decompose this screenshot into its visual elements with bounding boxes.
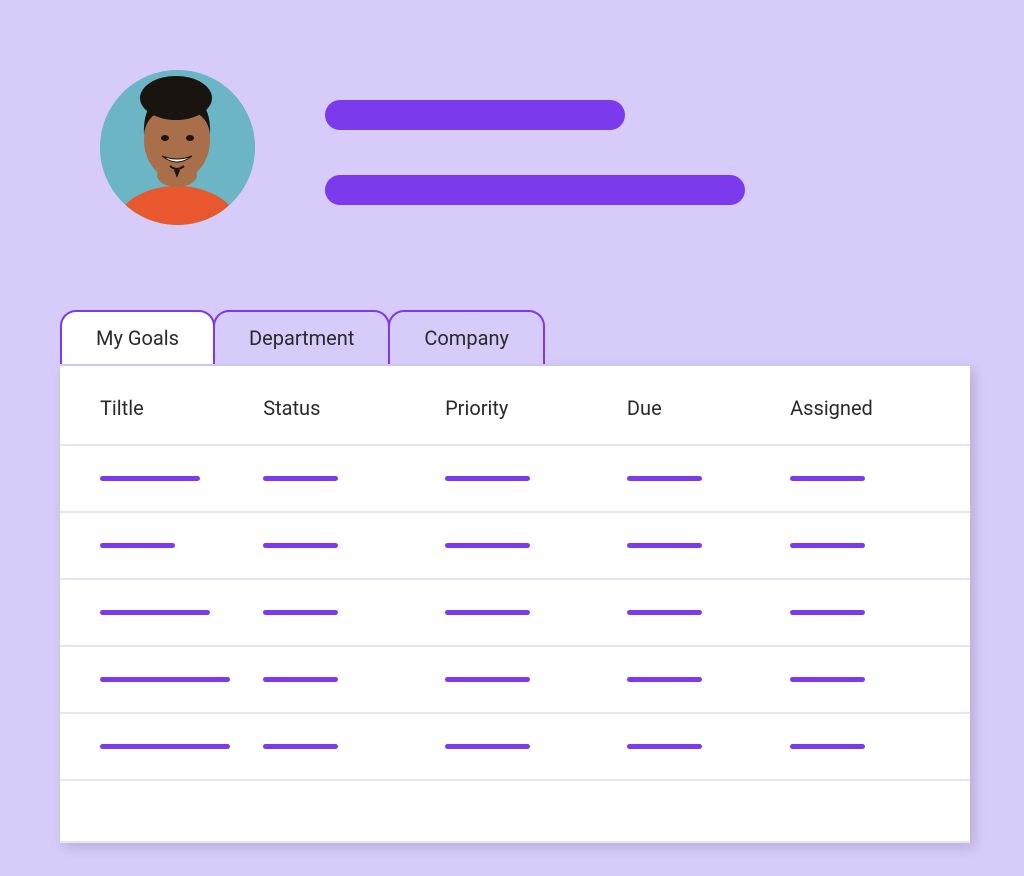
tab-company[interactable]: Company xyxy=(388,310,545,364)
cell-placeholder xyxy=(627,677,702,682)
column-header-title[interactable]: Tiltle xyxy=(100,396,263,420)
column-header-due[interactable]: Due xyxy=(627,396,790,420)
cell-placeholder xyxy=(445,610,530,615)
table-row[interactable] xyxy=(60,714,970,781)
cell-placeholder xyxy=(100,677,230,682)
column-header-priority[interactable]: Priority xyxy=(445,396,627,420)
goals-table: Tiltle Status Priority Due Assigned xyxy=(60,366,970,843)
table-row[interactable] xyxy=(60,513,970,580)
cell-placeholder xyxy=(790,543,865,548)
cell-placeholder xyxy=(263,610,338,615)
tabs: My Goals Department Company xyxy=(60,310,543,364)
table-row[interactable] xyxy=(60,580,970,647)
table-header: Tiltle Status Priority Due Assigned xyxy=(60,366,970,446)
cell-placeholder xyxy=(627,476,702,481)
profile-subtitle-placeholder xyxy=(325,175,745,205)
cell-placeholder xyxy=(790,476,865,481)
table-row[interactable] xyxy=(60,446,970,513)
avatar[interactable] xyxy=(100,70,255,225)
cell-placeholder xyxy=(790,610,865,615)
tab-department[interactable]: Department xyxy=(213,310,390,364)
cell-placeholder xyxy=(263,543,338,548)
cell-placeholder xyxy=(627,543,702,548)
cell-placeholder xyxy=(790,677,865,682)
cell-placeholder xyxy=(263,744,338,749)
tab-my-goals[interactable]: My Goals xyxy=(60,310,215,364)
cell-placeholder xyxy=(263,677,338,682)
cell-placeholder xyxy=(445,744,530,749)
cell-placeholder xyxy=(100,543,175,548)
cell-placeholder xyxy=(100,744,230,749)
profile-header xyxy=(100,70,745,225)
profile-name-placeholder xyxy=(325,100,625,130)
cell-placeholder xyxy=(445,476,530,481)
table-row[interactable] xyxy=(60,781,970,843)
cell-placeholder xyxy=(445,543,530,548)
cell-placeholder xyxy=(100,610,210,615)
profile-text-placeholder xyxy=(325,90,745,205)
cell-placeholder xyxy=(263,476,338,481)
cell-placeholder xyxy=(445,677,530,682)
cell-placeholder xyxy=(627,744,702,749)
column-header-status[interactable]: Status xyxy=(263,396,445,420)
table-row[interactable] xyxy=(60,647,970,714)
column-header-assigned[interactable]: Assigned xyxy=(790,396,930,420)
cell-placeholder xyxy=(627,610,702,615)
cell-placeholder xyxy=(100,476,200,481)
cell-placeholder xyxy=(790,744,865,749)
